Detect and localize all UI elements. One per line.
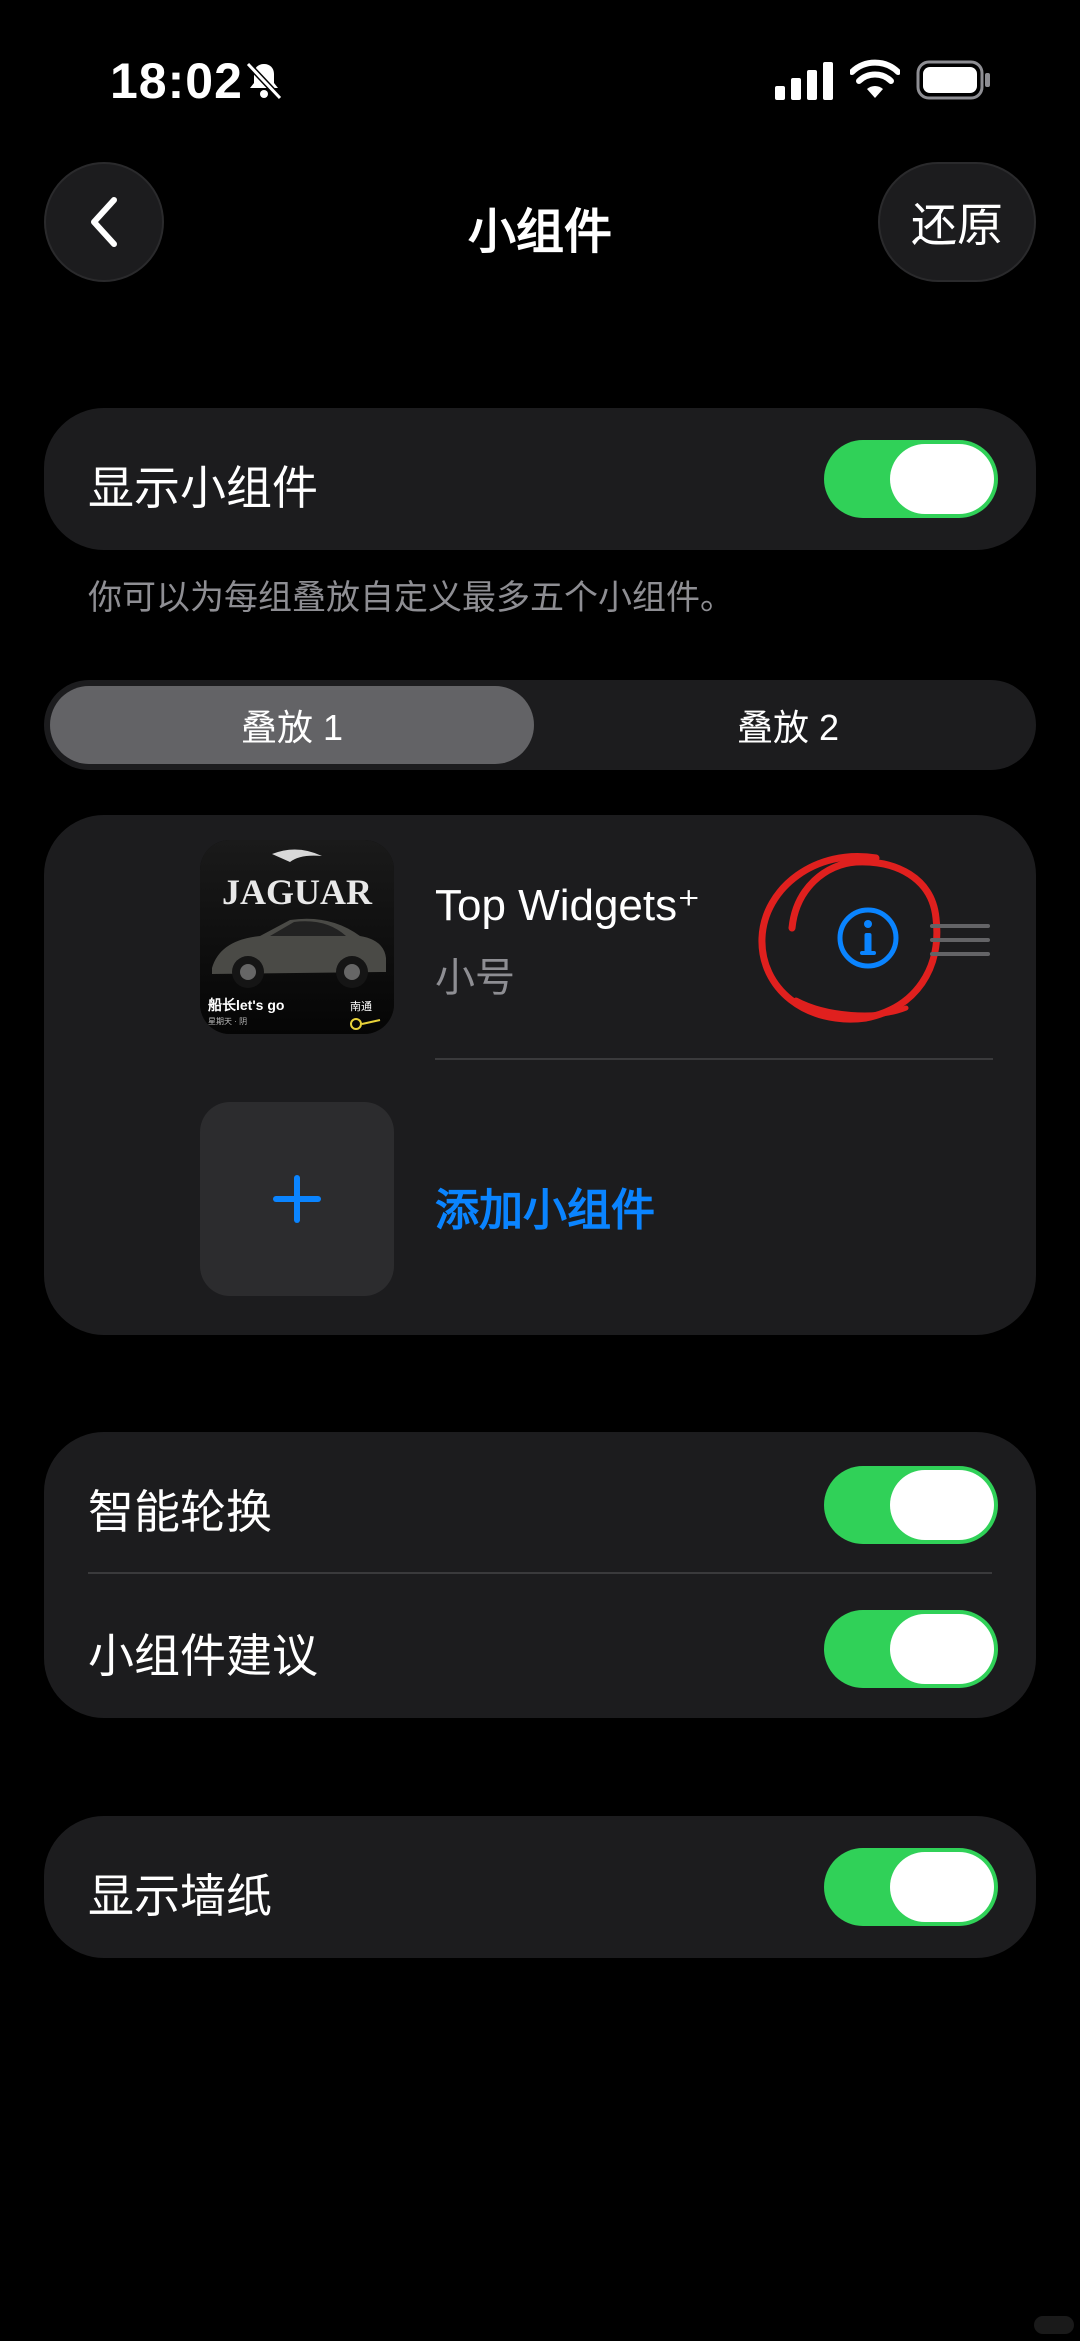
widget-suggestions-toggle[interactable] — [824, 1610, 998, 1688]
plus-icon — [273, 1175, 321, 1223]
widget-size: 小号 — [435, 956, 515, 1000]
smart-rotate-label: 智能轮换 — [88, 1486, 272, 1538]
thumb-title: JAGUAR — [222, 872, 373, 912]
stack-hint-text: 你可以为每组叠放自定义最多五个小组件。 — [88, 579, 734, 617]
show-widgets-toggle[interactable] — [824, 440, 998, 518]
widget-suggestions-label: 小组件建议 — [88, 1630, 318, 1682]
drag-handle-icon[interactable] — [930, 922, 990, 958]
status-bar: 18:02 — [0, 0, 1080, 160]
tab-stack-2[interactable]: 叠放 2 — [546, 686, 1030, 764]
thumb-tag: 南通 — [350, 1000, 372, 1013]
jaguar-car-image: JAGUAR 船长let's go 星期天 · 阴 南通 — [200, 840, 394, 1034]
widget-list-divider — [435, 1058, 993, 1060]
options-divider — [88, 1572, 992, 1574]
show-wallpaper-label: 显示墙纸 — [88, 1870, 272, 1922]
show-widgets-card: 显示小组件 — [44, 408, 1036, 550]
status-time: 18:02 — [110, 53, 243, 109]
smart-rotate-toggle[interactable] — [824, 1466, 998, 1544]
thumb-sub: 星期天 · 阴 — [208, 1017, 247, 1026]
restore-button[interactable]: 还原 — [878, 162, 1036, 282]
tab-stack-1[interactable]: 叠放 1 — [50, 686, 534, 764]
watermark-badge — [1034, 2316, 1074, 2334]
show-widgets-label: 显示小组件 — [88, 462, 318, 514]
show-wallpaper-toggle[interactable] — [824, 1848, 998, 1926]
info-icon[interactable] — [836, 906, 900, 970]
wallpaper-card: 显示墙纸 — [44, 1816, 1036, 1958]
bell-muted-icon — [245, 61, 283, 101]
stack-segmented-control: 叠放 1 叠放 2 — [44, 680, 1036, 770]
options-card: 智能轮换 小组件建议 — [44, 1432, 1036, 1718]
widget-thumbnail: JAGUAR 船长let's go 星期天 · 阴 南通 — [200, 840, 394, 1034]
widget-name: Top Widgets⁺ — [435, 881, 701, 930]
add-widget-button[interactable]: 添加小组件 — [435, 1174, 655, 1238]
thumb-caption: 船长let's go — [208, 997, 284, 1013]
cellular-signal-icon — [775, 62, 833, 100]
add-widget-tile[interactable] — [200, 1102, 394, 1296]
wifi-icon — [850, 59, 900, 98]
battery-icon — [916, 60, 990, 100]
